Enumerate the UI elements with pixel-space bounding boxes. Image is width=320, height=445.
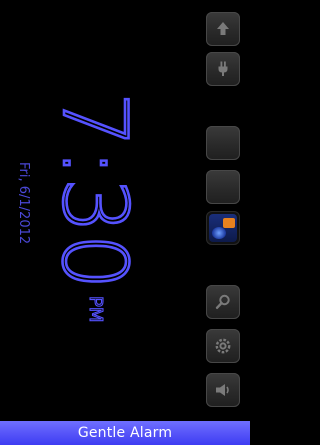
ampm-label: PM <box>85 296 106 322</box>
app-icon <box>209 214 237 242</box>
alarm-name-bar[interactable]: Gentle Alarm <box>0 421 250 445</box>
move-up-button[interactable] <box>206 12 240 46</box>
alarm-name-label: Gentle Alarm <box>77 425 173 441</box>
clock-display: Fri, 6/1/2012 7:30 PM <box>2 90 162 350</box>
settings-icon <box>215 338 231 354</box>
blank-icon <box>213 133 233 153</box>
blank-button-1[interactable] <box>206 126 240 160</box>
power-button[interactable] <box>206 52 240 86</box>
app-shortcut-button[interactable] <box>206 211 240 245</box>
rotated-clock: Fri, 6/1/2012 7:30 PM <box>16 91 147 323</box>
blank-icon <box>213 177 233 197</box>
date-label: Fri, 6/1/2012 <box>16 162 31 244</box>
time-label: 7:30 <box>43 92 146 290</box>
plug-icon <box>218 61 228 76</box>
settings-button[interactable] <box>206 329 240 363</box>
search-icon <box>215 294 230 310</box>
alarm-clock-screen: Fri, 6/1/2012 7:30 PM Gentle Alarm <box>0 0 250 445</box>
arrow-up-icon <box>217 22 229 35</box>
search-button[interactable] <box>206 285 240 319</box>
volume-button[interactable] <box>206 373 240 407</box>
speaker-icon <box>216 384 229 396</box>
blank-button-2[interactable] <box>206 170 240 204</box>
